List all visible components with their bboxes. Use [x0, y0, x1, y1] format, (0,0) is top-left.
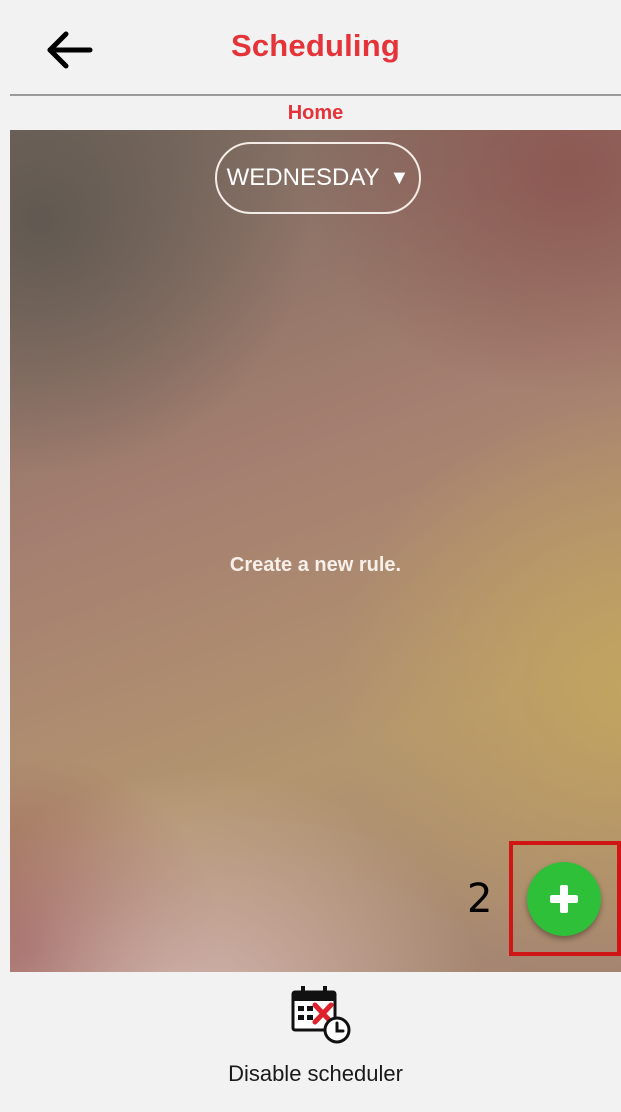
location-subtitle: Home — [10, 96, 621, 130]
plus-icon — [550, 885, 578, 913]
day-selector-value: WEDNESDAY — [226, 164, 380, 191]
calendar-disabled-icon — [291, 986, 351, 1044]
annotation-step-number: 2 — [467, 876, 493, 922]
caret-down-icon: ▼ — [389, 166, 410, 189]
disable-scheduler-button[interactable]: Disable scheduler — [10, 984, 621, 1094]
day-selector[interactable]: WEDNESDAY ▼ — [215, 142, 421, 214]
bottom-bar: Disable scheduler — [10, 972, 621, 1112]
page-title: Scheduling — [230, 28, 401, 63]
app-screen: Scheduling Home WEDNESDAY ▼ Create a new… — [0, 0, 621, 1112]
add-rule-button[interactable] — [527, 862, 601, 936]
empty-state-message: Create a new rule. — [229, 554, 402, 576]
disable-scheduler-label: Disable scheduler — [228, 1061, 403, 1086]
top-bar: Scheduling — [10, 0, 621, 96]
